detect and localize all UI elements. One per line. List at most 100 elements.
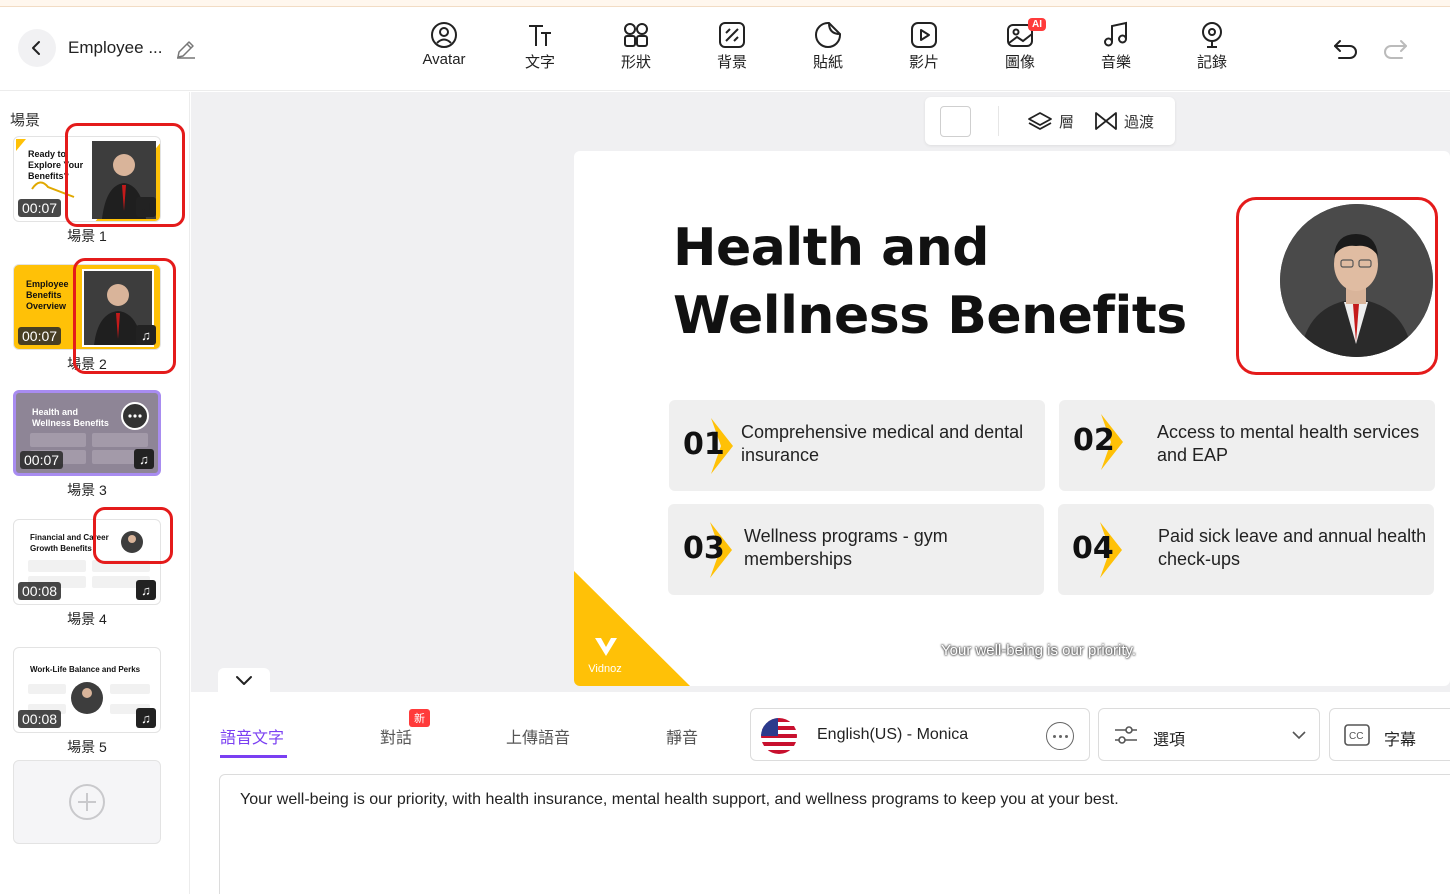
layer-button[interactable]: 層 xyxy=(1027,111,1074,132)
sticker-icon xyxy=(815,22,841,48)
us-flag-icon xyxy=(761,718,797,754)
voice-select[interactable]: English(US) - Monica xyxy=(750,708,1090,761)
add-scene-button[interactable] xyxy=(13,760,161,844)
active-tab-indicator xyxy=(220,755,287,758)
slide-title-line-2: Wellness Benefits xyxy=(673,286,1187,346)
tool-label: 形狀 xyxy=(620,54,651,71)
plus-circle-icon xyxy=(69,784,105,820)
script-panel: 語音文字 對話 新 上傳語音 靜音 English(US) - Monica 選… xyxy=(200,692,1450,894)
highlight-box xyxy=(65,123,185,227)
tool-record[interactable]: 記錄 xyxy=(1164,20,1260,82)
vidnoz-logo-icon xyxy=(595,638,617,656)
pencil-icon xyxy=(177,41,195,59)
slide-title-line-1: Health and xyxy=(673,218,990,278)
voice-name: English(US) - Monica xyxy=(817,726,969,743)
redo-icon xyxy=(1384,40,1407,59)
brand-name: Vidnoz xyxy=(588,663,622,675)
collapse-panel-button[interactable] xyxy=(218,668,270,694)
project-title[interactable]: Employee ... xyxy=(68,38,163,58)
ai-badge: AI xyxy=(1028,18,1046,31)
scene-label: 場景 4 xyxy=(67,611,107,627)
tab-upload-audio[interactable]: 上傳語音 xyxy=(506,724,570,748)
chevron-left-icon xyxy=(32,41,40,55)
subtitle-button[interactable]: CC 字幕 xyxy=(1329,708,1450,761)
tool-image[interactable]: AI 圖像 xyxy=(972,18,1068,82)
top-toolbar: Employee ... Avatar 文字 形狀 背景 貼紙 影片 AI 圖像… xyxy=(0,7,1450,91)
tool-background[interactable]: 背景 xyxy=(684,20,780,82)
tool-label: 文字 xyxy=(524,54,555,71)
scene-label: 場景 5 xyxy=(67,739,107,755)
svg-text:CC: CC xyxy=(1349,731,1363,742)
tool-shapes[interactable]: 形狀 xyxy=(588,20,684,82)
music-note-icon: ♫ xyxy=(136,708,156,728)
tool-label: 影片 xyxy=(908,54,939,71)
tool-label: 貼紙 xyxy=(812,54,843,71)
benefit-card-2[interactable]: 02 Access to mental health services and … xyxy=(1059,400,1435,491)
sidebar-title: 場景 xyxy=(10,112,41,129)
card-number: 02 xyxy=(1073,423,1115,458)
tool-label: 圖像 xyxy=(1004,54,1035,71)
tool-bar: Avatar 文字 形狀 背景 貼紙 影片 AI 圖像 音樂 記錄 xyxy=(396,18,1260,82)
redo-button[interactable] xyxy=(1380,35,1410,65)
scene-item-5[interactable]: Work-Life Balance and Perks 00:08 ♫ 場景 5 xyxy=(13,647,161,757)
tool-text[interactable]: 文字 xyxy=(492,20,588,82)
undo-button[interactable] xyxy=(1331,35,1361,65)
more-icon[interactable] xyxy=(1046,722,1074,750)
transition-label: 過渡 xyxy=(1124,113,1155,131)
scene-sidebar: 場景 Ready to Explore Your Benefits? 00:07… xyxy=(0,92,190,894)
script-text: Your well-being is our priority, with he… xyxy=(240,791,1119,808)
tool-sticker[interactable]: 貼紙 xyxy=(780,20,876,82)
top-strip xyxy=(0,0,1450,7)
benefit-card-3[interactable]: 03 Wellness programs - gym memberships xyxy=(668,504,1044,595)
tool-label: 記錄 xyxy=(1196,54,1227,71)
layers-icon xyxy=(1028,112,1052,130)
tool-avatar[interactable]: Avatar xyxy=(396,20,492,82)
edit-title-button[interactable] xyxy=(174,37,198,61)
script-textarea[interactable]: Your well-being is our priority, with he… xyxy=(219,774,1450,894)
background-icon xyxy=(719,22,745,48)
scene-label: 場景 1 xyxy=(67,228,107,244)
music-note-icon: ♫ xyxy=(134,449,154,469)
card-number: 04 xyxy=(1072,531,1114,566)
benefit-card-4[interactable]: 04 Paid sick leave and annual health che… xyxy=(1058,504,1434,595)
slide-title[interactable]: Health and Wellness Benefits xyxy=(673,214,1187,350)
tool-video[interactable]: 影片 xyxy=(876,20,972,82)
layer-label: 層 xyxy=(1059,113,1075,131)
chevron-down-icon xyxy=(236,676,252,685)
card-number: 01 xyxy=(683,427,725,462)
scene-duration: 00:07 xyxy=(18,327,62,345)
divider xyxy=(998,106,999,136)
video-icon xyxy=(911,22,937,48)
color-swatch[interactable] xyxy=(940,105,971,137)
highlight-box xyxy=(93,507,173,564)
scene-label: 場景 3 xyxy=(67,482,107,498)
scene-duration: 00:08 xyxy=(18,582,62,600)
scene-duration: 00:08 xyxy=(18,710,62,728)
highlight-box xyxy=(73,258,176,374)
music-note-icon: ♫ xyxy=(136,580,156,600)
card-text: Access to mental health services and EAP xyxy=(1157,422,1420,465)
sliders-icon xyxy=(1115,726,1137,744)
tab-dialogue[interactable]: 對話 xyxy=(380,724,412,748)
options-dropdown[interactable]: 選項 xyxy=(1098,708,1320,761)
benefit-card-1[interactable]: 01 Comprehensive medical and dental insu… xyxy=(669,400,1045,491)
tool-label: 音樂 xyxy=(1100,54,1131,71)
highlight-box xyxy=(1236,197,1438,375)
tab-mute[interactable]: 靜音 xyxy=(666,724,698,748)
tab-text-to-speech[interactable]: 語音文字 xyxy=(220,724,284,748)
undo-icon xyxy=(1334,40,1357,59)
shapes-icon xyxy=(624,23,648,47)
card-text: Comprehensive medical and dental insuran… xyxy=(741,422,1024,465)
cc-icon: CC xyxy=(1344,724,1370,746)
text-icon xyxy=(529,25,551,46)
chevron-down-icon xyxy=(1292,731,1306,740)
back-button[interactable] xyxy=(18,29,56,67)
card-text: Wellness programs - gym memberships xyxy=(744,526,948,569)
transition-button[interactable]: 過渡 xyxy=(1094,111,1154,132)
tool-music[interactable]: 音樂 xyxy=(1068,20,1164,82)
new-badge: 新 xyxy=(409,709,430,727)
scene-item-3[interactable]: Health and Wellness Benefits 00:07 ♫ 場景 … xyxy=(13,390,161,500)
scene-duration: 00:07 xyxy=(18,199,62,217)
card-number: 03 xyxy=(683,531,725,566)
music-icon xyxy=(1104,21,1127,47)
